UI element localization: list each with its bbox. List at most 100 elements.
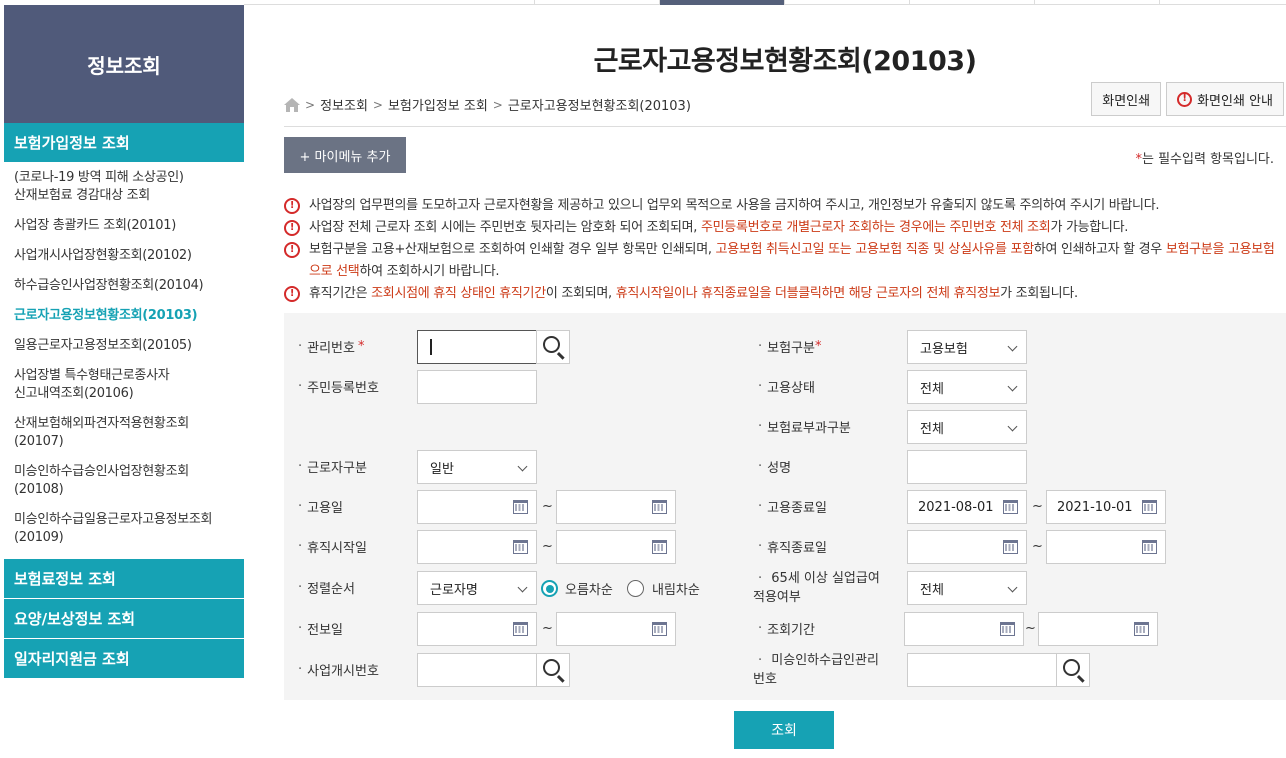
- sort-asc-label[interactable]: 오름차순: [565, 579, 613, 598]
- calendar-icon[interactable]: [1003, 500, 1018, 514]
- mgmt-no-label: 관리번호*: [298, 337, 364, 356]
- insurance-type-select[interactable]: 고용보험: [907, 330, 1027, 364]
- sidebar-item[interactable]: 근로자고용정보현황조회(20103): [4, 301, 244, 331]
- required-note-text: 는 필수입력 항목입니다.: [1142, 152, 1274, 167]
- sidebar-category[interactable]: 보험료정보 조회: [4, 559, 244, 599]
- notice-segment: 하여 조회하시기 바랍니다.: [359, 264, 500, 279]
- worker-type-select[interactable]: 일반: [417, 450, 537, 484]
- top-tab[interactable]: [784, 0, 909, 5]
- report-date-from[interactable]: [417, 612, 537, 646]
- notice-segment: 이 조회되며,: [545, 286, 616, 301]
- notice-segment: 하여 인쇄하고자 할 경우: [1033, 242, 1166, 257]
- premium-type-label: 보험료부과구분: [758, 417, 851, 436]
- sidebar-item[interactable]: 미승인하수급승인사업장현황조회 (20108): [4, 457, 244, 505]
- biz-start-no-search-button[interactable]: [536, 653, 570, 687]
- sidebar-item[interactable]: 미승인하수급일용근로자고용정보조회 (20109): [4, 505, 244, 553]
- over65-select[interactable]: 전체: [907, 571, 1027, 605]
- search-icon: [1063, 659, 1080, 676]
- calendar-icon[interactable]: [1142, 540, 1157, 554]
- hire-date-from[interactable]: [417, 490, 537, 524]
- sort-label: 정렬순서: [298, 578, 355, 597]
- top-tab-active[interactable]: [659, 0, 784, 5]
- top-tab[interactable]: [1034, 0, 1159, 5]
- range-tilde: ~: [542, 499, 553, 514]
- home-icon[interactable]: [284, 97, 300, 112]
- range-tilde: ~: [1032, 499, 1043, 514]
- print-buttons: 화면인쇄 ! 화면인쇄 안내: [1091, 82, 1284, 116]
- leave-end-label: 휴직종료일: [758, 537, 827, 556]
- sidebar-item[interactable]: 산재보험해외파견자적용현황조회 (20107): [4, 409, 244, 457]
- sidebar-category-insurance-info[interactable]: 보험가입정보 조회: [4, 123, 244, 163]
- calendar-icon[interactable]: [513, 500, 528, 514]
- query-period-to[interactable]: [1038, 612, 1158, 646]
- unapproved-no-search-button[interactable]: [1056, 653, 1090, 687]
- sort-desc-label[interactable]: 내림차순: [652, 579, 700, 598]
- text-caret: [430, 339, 432, 355]
- sidebar-category[interactable]: 일자리지원금 조회: [4, 639, 244, 679]
- page-title: 근로자고용정보현황조회(20103): [593, 46, 977, 77]
- unapproved-label: 미승인하수급인관리 번호: [753, 651, 898, 689]
- sort-desc-radio[interactable]: [627, 580, 644, 597]
- top-tab[interactable]: [1159, 0, 1286, 5]
- print-button[interactable]: 화면인쇄: [1091, 82, 1162, 116]
- calendar-icon[interactable]: [513, 540, 528, 554]
- calendar-icon[interactable]: [1142, 500, 1157, 514]
- leave-end-from[interactable]: [907, 530, 1027, 564]
- mgmt-no-search-button[interactable]: [536, 330, 570, 364]
- print-guide-button[interactable]: ! 화면인쇄 안내: [1166, 82, 1284, 116]
- report-date-to[interactable]: [556, 612, 676, 646]
- query-period-label-text: 조회기간: [767, 623, 815, 638]
- breadcrumb-item-current: 근로자고용정보현황조회(20103): [507, 99, 691, 114]
- hire-end-from[interactable]: 2021-08-01: [907, 490, 1027, 524]
- calendar-icon[interactable]: [652, 622, 667, 636]
- alert-icon: !: [284, 198, 300, 214]
- sort-asc-radio[interactable]: [541, 580, 558, 597]
- search-submit-label: 조회: [771, 723, 797, 739]
- breadcrumb-item[interactable]: 정보조회: [320, 95, 368, 114]
- employment-status-select[interactable]: 전체: [907, 370, 1027, 404]
- search-submit-button[interactable]: 조회: [734, 711, 834, 749]
- range-tilde: ~: [1032, 539, 1043, 554]
- report-date-label: 전보일: [298, 619, 343, 638]
- premium-type-value: 전체: [920, 421, 944, 437]
- name-input[interactable]: [907, 450, 1027, 484]
- employment-status-label-text: 고용상태: [767, 381, 815, 396]
- leave-start-from[interactable]: [417, 530, 537, 564]
- sidebar-item[interactable]: (코로나-19 방역 피해 소상공인) 산재보험료 경감대상 조회: [4, 163, 244, 211]
- calendar-icon[interactable]: [1003, 540, 1018, 554]
- over65-value: 전체: [920, 582, 944, 598]
- notice-highlight: 조회시점에 휴직 상태인 휴직기간: [371, 286, 546, 301]
- unapproved-no-input[interactable]: [907, 653, 1057, 687]
- biz-start-no-label: 사업개시번호: [298, 660, 379, 679]
- hire-date-to[interactable]: [556, 490, 676, 524]
- add-mymenu-button[interactable]: + 마이메뉴 추가: [284, 137, 406, 173]
- premium-type-select[interactable]: 전체: [907, 410, 1027, 444]
- leave-end-to[interactable]: [1046, 530, 1166, 564]
- biz-start-no-input[interactable]: [417, 653, 537, 687]
- breadcrumb: > 정보조회 > 보험가입정보 조회 > 근로자고용정보현황조회(20103): [284, 95, 691, 114]
- leave-start-to[interactable]: [556, 530, 676, 564]
- worker-type-label-text: 근로자구분: [307, 461, 367, 476]
- breadcrumb-item[interactable]: 보험가입정보 조회: [388, 95, 488, 114]
- calendar-icon[interactable]: [1134, 622, 1149, 636]
- sidebar-item[interactable]: 사업장별 특수형태근로종사자 신고내역조회(20106): [4, 361, 244, 409]
- query-period-from[interactable]: [904, 612, 1024, 646]
- sort-select[interactable]: 근로자명: [417, 571, 537, 605]
- sidebar-submenu: (코로나-19 방역 피해 소상공인) 산재보험료 경감대상 조회 사업장 총괄카…: [4, 163, 244, 559]
- hire-date-label-text: 고용일: [307, 501, 344, 516]
- sidebar-category[interactable]: 요양/보상정보 조회: [4, 599, 244, 639]
- sidebar-item[interactable]: 사업장 총괄카드 조회(20101): [4, 211, 244, 241]
- sort-label-text: 정렬순서: [307, 582, 355, 597]
- calendar-icon[interactable]: [652, 500, 667, 514]
- calendar-icon[interactable]: [652, 540, 667, 554]
- sidebar-item[interactable]: 하수급승인사업장현황조회(20104): [4, 271, 244, 301]
- sidebar-item[interactable]: 일용근로자고용정보조회(20105): [4, 331, 244, 361]
- hire-end-to[interactable]: 2021-10-01: [1046, 490, 1166, 524]
- mgmt-no-input[interactable]: [417, 330, 537, 364]
- top-tab[interactable]: [534, 0, 659, 5]
- calendar-icon[interactable]: [1000, 622, 1015, 636]
- calendar-icon[interactable]: [513, 622, 528, 636]
- top-tab[interactable]: [909, 0, 1034, 5]
- sidebar-item[interactable]: 사업개시사업장현황조회(20102): [4, 241, 244, 271]
- rrn-input[interactable]: [417, 370, 537, 404]
